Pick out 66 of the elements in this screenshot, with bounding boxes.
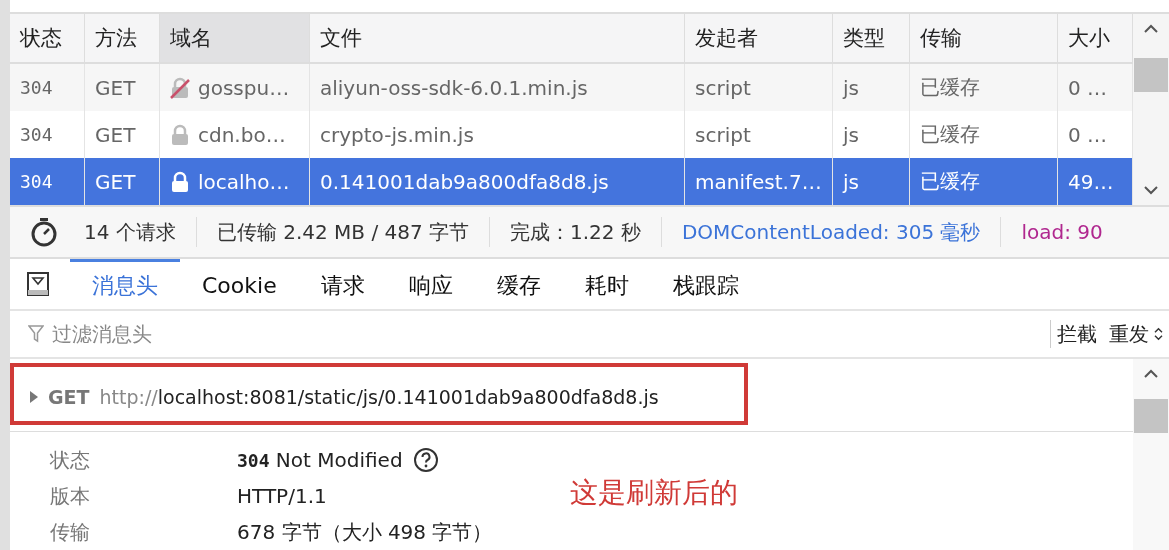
tab[interactable]: 请求: [298, 259, 387, 309]
table-cell: js: [843, 75, 859, 100]
table-cell: crypto-js.min.js: [320, 122, 474, 147]
scrollbar[interactable]: [1133, 359, 1169, 550]
table-cell: js: [843, 169, 859, 194]
finish-time: 完成：1.22 秒: [510, 218, 642, 246]
tab[interactable]: 响应: [386, 259, 475, 309]
scrollbar-thumb[interactable]: [1134, 399, 1168, 433]
table-cell: 49…: [1068, 169, 1114, 194]
caret-icon: [1154, 327, 1163, 341]
help-icon[interactable]: [412, 447, 439, 473]
status-value: 304 Not Modified: [237, 448, 403, 472]
table-cell: 0 …: [1068, 75, 1108, 100]
detail-label: 状态: [50, 446, 91, 474]
tab[interactable]: 消息头: [70, 259, 180, 309]
load-time: load: 90: [1021, 220, 1104, 244]
request-count: 14 个请求: [84, 218, 177, 246]
detail-value: HTTP/1.1: [237, 484, 327, 508]
column-header[interactable]: 传输: [910, 14, 1058, 62]
table-cell: cdn.bo…: [198, 122, 286, 147]
column-header[interactable]: 发起者: [685, 14, 833, 62]
table-cell: localho…: [198, 169, 290, 194]
table-cell: 304: [20, 124, 53, 145]
table-cell: 已缓存: [920, 168, 980, 195]
table-cell: js: [843, 122, 859, 147]
table-cell: 0.141001dab9a800dfa8d8.js: [320, 169, 609, 194]
table-cell: gosspu…: [198, 75, 290, 100]
table-cell: 已缓存: [920, 121, 980, 148]
request-row[interactable]: 304 GET localho… 0.141001dab9a800dfa8d8.js manifest.7… js 已缓存 49…: [10, 158, 1133, 205]
tab[interactable]: 栈跟踪: [650, 259, 761, 309]
tab[interactable]: 缓存: [474, 259, 563, 309]
dom-content-loaded-time: DOMContentLoaded: 305 毫秒: [681, 218, 982, 246]
table-cell: 304: [20, 171, 53, 192]
table-cell: manifest.7…: [695, 169, 822, 194]
column-header[interactable]: 类型: [833, 14, 910, 62]
filter-field[interactable]: 过滤消息头: [50, 321, 454, 347]
request-row[interactable]: 304 GET gosspu… aliyun-oss-sdk-6.0.1.min.js script js 已缓存 0 …: [10, 64, 1133, 111]
request-method: GET: [48, 386, 90, 408]
table-cell: 304: [20, 77, 53, 98]
table-cell: GET: [95, 169, 136, 194]
column-header[interactable]: 文件: [310, 14, 685, 62]
table-cell: 已缓存: [920, 74, 980, 101]
table-cell: aliyun-oss-sdk-6.0.1.min.js: [320, 75, 588, 100]
table-cell: script: [695, 122, 751, 147]
request-url[interactable]: http://localhost:8081/static/js/0.141001dab9a800dfa8d8.js: [99, 386, 659, 408]
panel-toggle-icon[interactable]: [26, 271, 50, 297]
detail-label: 版本: [50, 482, 91, 510]
toolbar-button[interactable]: 拦截: [1051, 320, 1103, 348]
transferred-total: 已传输 2.42 MB / 487 字节: [216, 218, 471, 246]
tab[interactable]: 耗时: [562, 259, 651, 309]
table-cell: GET: [95, 75, 136, 100]
column-header[interactable]: 状态: [10, 14, 85, 62]
column-header[interactable]: 域名: [160, 14, 310, 62]
toolbar-button[interactable]: 重发: [1103, 320, 1169, 348]
table-cell: 0 …: [1068, 122, 1108, 147]
scrollbar[interactable]: [1133, 14, 1169, 205]
stopwatch-icon: [30, 217, 58, 247]
detail-label: 传输: [50, 518, 91, 546]
scrollbar-thumb[interactable]: [1134, 58, 1168, 92]
table-cell: GET: [95, 122, 136, 147]
annotation-text: 这是刷新后的: [570, 475, 738, 511]
tab[interactable]: Cookie: [180, 259, 299, 309]
expand-icon[interactable]: [30, 391, 38, 403]
filter-icon: [28, 325, 44, 343]
detail-value: 678 字节（大小 498 字节）: [237, 518, 493, 546]
table-cell: script: [695, 75, 751, 100]
